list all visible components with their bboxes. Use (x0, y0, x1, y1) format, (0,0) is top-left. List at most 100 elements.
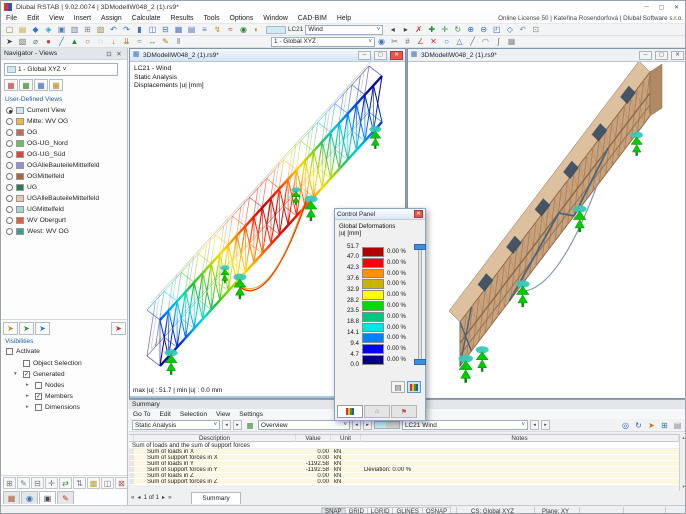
lists-icon[interactable]: ≡ (198, 24, 211, 35)
control-panel-dialog[interactable]: Control Panel ✕ Global Deformations |u| … (334, 208, 426, 421)
view-item-ugmittelfeld[interactable]: UGMittelfeld (1, 204, 127, 215)
circle-icon[interactable]: ○ (440, 36, 453, 47)
radio-button[interactable] (6, 140, 13, 147)
radio-button[interactable] (6, 151, 13, 158)
overview-combobox[interactable]: Overview ˅ (258, 420, 350, 430)
radio-button[interactable] (6, 118, 13, 125)
model-view-3d-rendered[interactable] (408, 62, 686, 392)
line-icon[interactable]: ╱ (466, 36, 479, 47)
view-grid-red-icon[interactable]: ▦ (4, 79, 18, 91)
tables-icon[interactable]: ▤ (185, 24, 198, 35)
first-page-icon[interactable]: « (131, 494, 134, 501)
panel-tab-color-scale[interactable] (337, 405, 363, 418)
window-single-icon[interactable]: ▮ (133, 24, 146, 35)
cancel-visibility-icon[interactable]: ➤ (111, 322, 126, 335)
panel-print-icon[interactable]: ▤ (391, 381, 405, 393)
render-icon[interactable]: ◐ (250, 24, 263, 35)
nodal-load-icon[interactable]: ↓ (107, 36, 120, 47)
status-toggle-lgrid[interactable]: LGRID (367, 507, 394, 513)
checkbox[interactable]: ✓ (23, 371, 30, 378)
child-maximize-icon[interactable]: ▢ (374, 50, 387, 60)
table-row[interactable]: Sum of support forces in Z 0.00 kN (129, 479, 679, 485)
imperfection-icon[interactable]: ≈ (133, 36, 146, 47)
next-table-icon[interactable]: ▸ (363, 420, 372, 430)
member-icon[interactable]: ╱ (55, 36, 68, 47)
child-minimize-icon[interactable]: ─ (358, 50, 371, 60)
block-icon[interactable]: ▧ (94, 24, 107, 35)
menu-calculate[interactable]: Calculate (127, 15, 166, 22)
col-value[interactable]: Value (296, 435, 331, 442)
close-icon[interactable]: ✕ (414, 210, 423, 218)
triangle-icon[interactable]: △ (453, 36, 466, 47)
move-object-icon[interactable]: ✛ (45, 477, 58, 489)
navigator-splitter-bottom[interactable] (1, 475, 127, 476)
minimize-icon[interactable]: ─ (639, 2, 654, 12)
activate-checkbox-row[interactable]: Activate (6, 348, 40, 355)
status-toggle-snap[interactable]: SNAP (321, 507, 346, 513)
load-case-combobox[interactable]: Wind ˅ (305, 24, 384, 35)
expand-icon[interactable]: ▸ (26, 382, 29, 388)
isometric-view-icon[interactable]: ◇ (503, 24, 516, 35)
view-item-og[interactable]: OG (1, 127, 127, 138)
panel-display-options-icon[interactable] (407, 381, 421, 393)
tab-display[interactable]: ◉ (21, 491, 38, 504)
tree-item-nodes[interactable]: ▸ Nodes (1, 381, 127, 392)
view-item-wv-obergurt[interactable]: WV Obergurt (1, 215, 127, 226)
delete-load-case-icon[interactable]: ✗ (412, 24, 425, 35)
rotate-view-icon[interactable]: ↻ (451, 24, 464, 35)
panel-tab-factors[interactable]: ⌂ (364, 405, 390, 418)
prev-load-case-icon[interactable]: ◂ (386, 24, 399, 35)
dock-icon[interactable]: ⊡ (104, 50, 114, 58)
open-project-icon[interactable]: ▤ (16, 24, 29, 35)
node-icon[interactable]: ● (42, 36, 55, 47)
tree-item-members[interactable]: ▸ ✓ Members (1, 392, 127, 403)
save-icon[interactable]: ▣ (55, 24, 68, 35)
highlight-icon[interactable]: ▩ (87, 477, 100, 489)
prev-table-icon[interactable]: ◂ (352, 420, 361, 430)
zoom-in-icon[interactable]: ⊕ (464, 24, 477, 35)
next-page-icon[interactable]: ▸ (162, 494, 165, 501)
summary-menu-settings[interactable]: Settings (239, 411, 263, 418)
dimension-icon[interactable]: ↔ (146, 36, 159, 47)
select-arrow-icon[interactable]: ➤ (3, 36, 16, 47)
clipping-icon[interactable]: ✂ (388, 36, 401, 47)
view-item-current-view[interactable]: Current View (1, 105, 127, 116)
sum-refresh-icon[interactable]: ↻ (632, 420, 645, 431)
visibility-mode-icon[interactable]: ➤ (35, 322, 50, 335)
menu-assign[interactable]: Assign (96, 15, 127, 22)
window-grid-icon[interactable]: ▦ (172, 24, 185, 35)
undo-icon[interactable]: ↶ (107, 24, 120, 35)
child-close-icon[interactable]: ✕ (671, 50, 684, 60)
view-item-mitte-wv-og[interactable]: Mitte: WV OG (1, 116, 127, 127)
table-scrollbar[interactable]: ▴ ▾ (679, 434, 685, 491)
eccentricity-icon[interactable]: ◌ (94, 36, 107, 47)
sort-icon[interactable]: ⇅ (73, 477, 86, 489)
checkbox[interactable] (35, 382, 42, 389)
full-model-icon[interactable]: ⊡ (529, 24, 542, 35)
tab-results[interactable]: ✎ (57, 491, 74, 504)
move-icon[interactable]: ✛ (438, 24, 451, 35)
window-vertical-icon[interactable]: ◫ (146, 24, 159, 35)
close-views-icon[interactable]: ⊠ (115, 477, 128, 489)
menu-file[interactable]: File (1, 15, 22, 22)
col-unit[interactable]: Unit (331, 435, 361, 442)
child-close-icon[interactable]: ✕ (390, 50, 403, 60)
checkbox[interactable] (35, 404, 42, 411)
view-grid-blue-icon[interactable]: ▦ (34, 79, 48, 91)
sum-search-icon[interactable]: ◎ (619, 420, 632, 431)
arc-icon[interactable]: ◠ (479, 36, 492, 47)
panel-tab-filter[interactable]: ⚑ (391, 405, 417, 418)
radio-button[interactable] (6, 184, 13, 191)
hinge-icon[interactable]: ○ (81, 36, 94, 47)
radio-button[interactable] (6, 162, 13, 169)
menu-cad-bim[interactable]: CAD-BIM (293, 15, 332, 22)
import-icon[interactable]: ◈ (42, 24, 55, 35)
col-description[interactable]: Description (134, 435, 296, 442)
measure-icon[interactable]: ∠ (414, 36, 427, 47)
col-notes[interactable]: Notes (361, 435, 679, 442)
next-result-icon[interactable]: ▸ (233, 420, 242, 430)
view-grid-green-icon[interactable]: ▦ (19, 79, 33, 91)
print-icon[interactable]: ▥ (68, 24, 81, 35)
close-icon[interactable]: ✕ (114, 50, 124, 58)
results-icon[interactable]: ≈ (224, 24, 237, 35)
